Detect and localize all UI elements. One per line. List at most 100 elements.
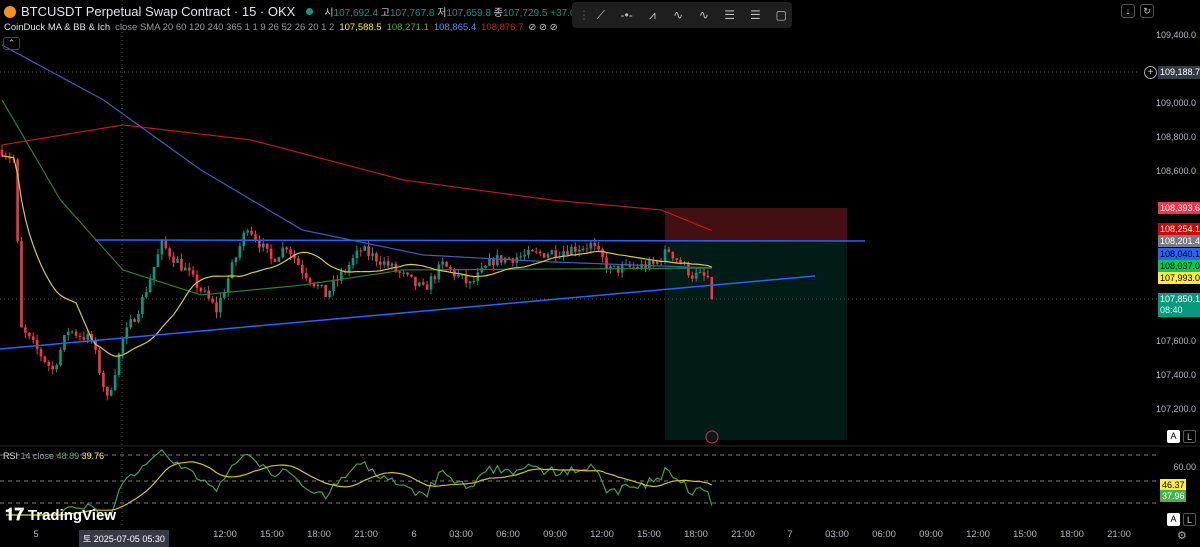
log-scale-button[interactable]: L	[1183, 430, 1196, 443]
candle	[234, 257, 238, 263]
abc-pattern-tool-icon[interactable]: ∿	[693, 5, 715, 25]
settings-gear-icon[interactable]: ⚙	[1177, 529, 1187, 542]
stop-loss-zone	[665, 208, 847, 241]
candle	[254, 234, 257, 240]
auto-scale-button[interactable]: A	[1167, 430, 1180, 443]
candle	[375, 253, 378, 262]
candle	[168, 248, 171, 257]
horizontal-ray-tool-icon[interactable]: -•-	[616, 5, 638, 25]
candle	[176, 259, 179, 263]
candle	[593, 242, 597, 247]
candle	[597, 246, 600, 250]
scroll-down-icon[interactable]: ↓	[1121, 4, 1135, 18]
candle	[320, 284, 324, 286]
candle	[156, 254, 160, 268]
collapse-legend-button[interactable]: ⌃	[3, 37, 20, 50]
chart-canvas[interactable]	[0, 0, 1200, 547]
hidden-values-icon[interactable]: ⊘ ⊘ ⊘	[528, 22, 557, 33]
candle	[277, 257, 281, 262]
candle	[355, 250, 359, 259]
candle	[601, 249, 604, 258]
candle	[297, 258, 300, 265]
rectangle-tool-icon[interactable]: ▢	[770, 5, 792, 25]
candle	[390, 263, 394, 267]
candle	[648, 260, 651, 269]
time-label: 7	[787, 529, 793, 540]
candle	[484, 265, 487, 268]
candle	[82, 336, 86, 340]
candle	[347, 265, 351, 272]
candle	[589, 242, 593, 249]
candle	[20, 241, 23, 328]
candle	[308, 278, 312, 283]
range-tool-icon[interactable]: ☰	[745, 5, 767, 25]
elliott-wave-tool-icon[interactable]: ∿	[667, 5, 689, 25]
price-label: 108,800.0	[1155, 132, 1196, 142]
drag-handle-icon[interactable]: ⋮	[578, 5, 590, 25]
candle	[148, 279, 152, 293]
projection-tool-icon[interactable]: ☰	[719, 5, 741, 25]
indicator-value-2: 108,271.1	[386, 22, 429, 33]
candle	[410, 274, 413, 277]
candle	[663, 249, 667, 263]
candle	[0, 149, 4, 156]
time-label: 21:00	[731, 529, 755, 540]
candle	[694, 272, 698, 279]
candle	[117, 353, 121, 376]
candle	[472, 280, 476, 282]
candle	[301, 264, 304, 274]
reset-icon[interactable]: ↻	[1140, 4, 1154, 18]
market-open-icon	[306, 8, 314, 15]
candle	[511, 258, 515, 263]
candle	[702, 272, 706, 276]
candle	[199, 287, 203, 292]
candle	[121, 338, 125, 354]
time-label: 15:00	[260, 529, 284, 540]
time-label: 06:00	[872, 529, 896, 540]
price-label: 109,000.0	[1155, 98, 1196, 108]
indicator-legend[interactable]: CoinDuck MA & BB & Ich close SMA 20 60 1…	[4, 22, 619, 33]
candle	[133, 319, 136, 322]
time-label: 15:00	[637, 529, 661, 540]
candle	[28, 332, 31, 337]
candle	[371, 253, 374, 256]
candle	[164, 240, 168, 249]
candle	[671, 251, 675, 259]
candle	[675, 258, 678, 260]
candle	[527, 249, 530, 255]
candle	[351, 258, 355, 266]
candle	[710, 276, 714, 300]
candle	[531, 249, 534, 252]
candle	[577, 250, 581, 252]
candle	[242, 232, 246, 247]
price-label: 107,600.0	[1155, 336, 1196, 346]
time-label: 18:00	[684, 529, 708, 540]
rsi-auto-scale-button[interactable]: A	[1167, 513, 1180, 526]
symbol-title[interactable]: BTCUSDT Perpetual Swap Contract · 15 · O…	[21, 4, 295, 19]
trend-line-tool-icon[interactable]: ⟋	[590, 5, 612, 25]
tradingview-logo[interactable]: 𝟏𝟕 TradingView	[5, 505, 116, 525]
time-label: 09:00	[543, 529, 567, 540]
indicator-value-3: 108,865.4	[433, 22, 477, 33]
price-tag: 108,393.6	[1158, 202, 1200, 214]
candle	[414, 276, 417, 286]
candle	[269, 248, 273, 259]
candle	[31, 336, 35, 340]
candle	[691, 275, 694, 279]
resistance-trendline	[94, 239, 866, 242]
indicator-value-4: 108,876.7	[481, 22, 524, 33]
add-alert-icon[interactable]: +	[1144, 66, 1157, 79]
time-label: 18:00	[1060, 529, 1084, 540]
pattern-tool-icon[interactable]: ⩘	[642, 5, 664, 25]
candle	[289, 249, 292, 255]
candle	[55, 365, 58, 370]
price-tag: 108,037.0	[1158, 260, 1200, 272]
price-label: 107,200.0	[1155, 404, 1196, 414]
rsi-log-scale-button[interactable]: L	[1183, 513, 1196, 526]
candle	[86, 333, 90, 340]
rsi-legend[interactable]: RSI 14 close 48.89 39.76	[3, 451, 104, 461]
sma-120-line	[1, 44, 712, 269]
candle	[258, 239, 261, 248]
candle	[468, 281, 472, 284]
candle	[265, 243, 269, 249]
